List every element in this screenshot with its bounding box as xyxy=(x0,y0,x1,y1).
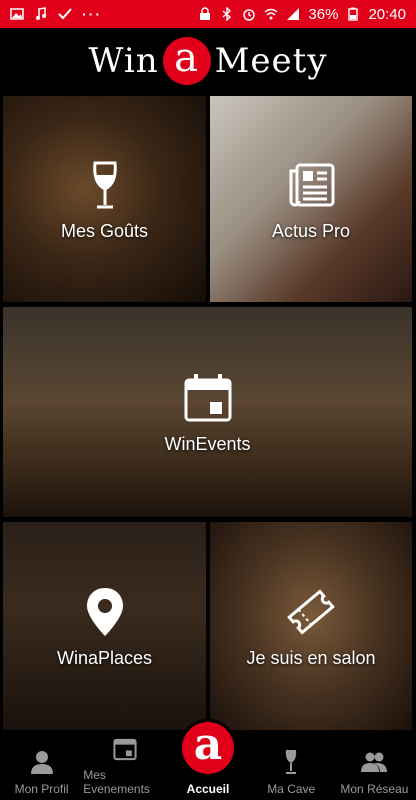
logo-circle: a xyxy=(162,35,211,85)
alarm-icon xyxy=(243,9,256,21)
image-icon xyxy=(10,8,24,20)
calendar-icon xyxy=(184,373,231,421)
battery-icon xyxy=(348,7,359,21)
calendar-icon xyxy=(113,738,137,761)
nav-mes-evenements[interactable]: Mes Evenements xyxy=(83,735,166,800)
lock-icon xyxy=(200,7,211,20)
app-header: Win a Meety xyxy=(0,28,416,94)
nav-label: Mon Profil xyxy=(14,782,69,796)
tile-label: Je suis en salon xyxy=(246,647,376,668)
nav-mon-profil[interactable]: Mon Profil xyxy=(0,735,83,800)
tile-label: Mes Goûts xyxy=(60,220,149,241)
tile-winaplaces[interactable]: WinaPlaces xyxy=(3,522,206,730)
check-icon xyxy=(58,8,72,20)
home-logo-icon: a xyxy=(179,719,237,777)
nav-mon-reseau[interactable]: Mon Réseau xyxy=(333,735,416,800)
wifi-icon xyxy=(264,8,278,20)
logo-text-left: Win xyxy=(88,41,159,81)
app-logo: Win a Meety xyxy=(88,37,327,85)
wine-glass-icon xyxy=(286,750,297,774)
more-notifications: ··· xyxy=(82,6,102,22)
location-pin-icon xyxy=(86,587,123,636)
bottom-navigation: Mon Profil Mes Evenements a Accueil Ma C… xyxy=(0,719,416,800)
tile-actus-pro[interactable]: Actus Pro xyxy=(210,96,412,302)
tile-label: Actus Pro xyxy=(271,220,351,241)
tile-je-suis-en-salon[interactable]: Je suis en salon xyxy=(210,522,412,730)
battery-percent: 36% xyxy=(308,5,339,23)
newspaper-icon xyxy=(289,163,335,206)
tile-label: WinEvents xyxy=(164,433,251,454)
clock: 20:40 xyxy=(368,5,406,23)
logo-letter: a xyxy=(174,35,200,81)
bluetooth-icon xyxy=(222,7,232,21)
ticket-icon xyxy=(287,588,335,635)
status-bar: ··· 36% 20:40 xyxy=(0,0,416,28)
person-icon xyxy=(30,751,53,774)
home-logo-letter: a xyxy=(193,718,223,770)
logo-text-right: Meety xyxy=(214,41,328,81)
tile-label: WinaPlaces xyxy=(56,647,153,668)
nav-label: Mon Réseau xyxy=(340,782,409,796)
music-icon xyxy=(36,7,46,20)
nav-label: Ma Cave xyxy=(267,782,316,796)
wine-glass-icon xyxy=(92,161,117,208)
nav-label: Mes Evenements xyxy=(83,768,150,796)
people-icon xyxy=(361,752,388,772)
signal-icon xyxy=(287,8,300,20)
nav-label: Accueil xyxy=(186,782,230,796)
tile-mes-gouts[interactable]: Mes Goûts xyxy=(3,96,206,302)
nav-ma-cave[interactable]: Ma Cave xyxy=(250,735,333,800)
tile-winevents[interactable]: WinEvents xyxy=(3,307,412,517)
nav-accueil[interactable]: a Accueil xyxy=(166,719,249,800)
